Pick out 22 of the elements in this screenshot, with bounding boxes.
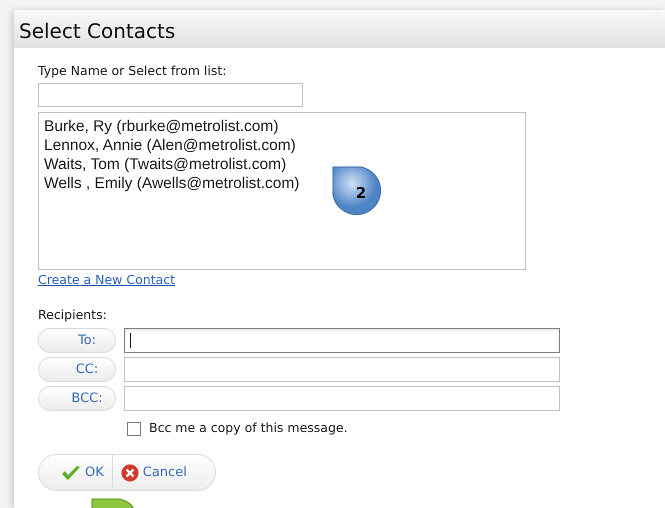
search-field[interactable] <box>38 82 303 107</box>
contact-item[interactable]: Lennox, Annie (Alen@metrolist.com) <box>44 136 296 155</box>
create-contact-link[interactable]: Create a New Contact <box>38 270 176 290</box>
contact-list[interactable]: Burke, Ry (rburke@metrolist.com) Lennox, Annie (Alen@metrolist.com) Waits, Tom (Twaits@metrolist.com) Wells , Emily (Awells@metrolist.com) 2 <box>38 112 526 270</box>
bcc-label: Bcc me a copy of this message. <box>149 419 348 438</box>
bcc-checkbox[interactable] <box>127 422 141 436</box>
contact-item[interactable]: Wells , Emily (Awells@metrolist.com) <box>44 174 300 193</box>
recipients-label: Recipients: <box>38 306 108 324</box>
window-title: Select Contacts <box>14 10 665 48</box>
contact-item[interactable]: Burke, Ry (rburke@metrolist.com) <box>44 116 278 136</box>
ok-button[interactable]: OK <box>39 455 112 490</box>
recipient-field[interactable] <box>124 357 560 382</box>
check-icon <box>61 464 81 480</box>
recipient-button[interactable]: CC: <box>38 357 116 382</box>
cancel-button[interactable]: Cancel <box>112 455 195 490</box>
search-label: Type Name or Select from list: <box>38 62 228 80</box>
cancel-icon <box>120 464 139 482</box>
recipient-field[interactable] <box>124 328 560 354</box>
recipient-button[interactable]: BCC: <box>38 386 116 412</box>
recipient-button[interactable]: To: <box>38 328 116 354</box>
recipient-field[interactable] <box>124 386 560 412</box>
contact-item[interactable]: Waits, Tom (Twaits@metrolist.com) <box>44 154 286 174</box>
